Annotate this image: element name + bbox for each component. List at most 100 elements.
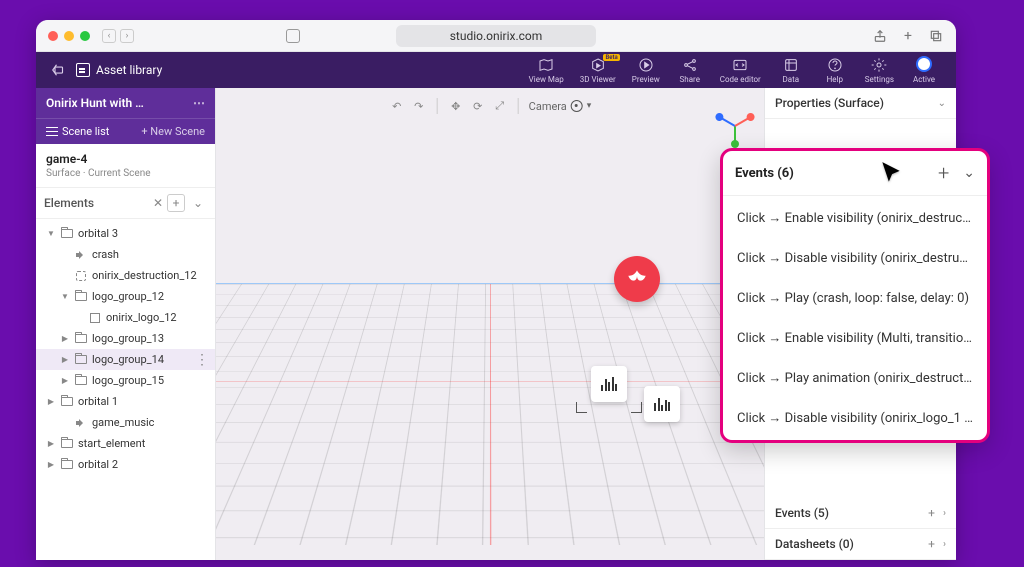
new-tab-icon[interactable]: +: [900, 28, 916, 44]
expand-arrow-icon[interactable]: ▶: [60, 334, 70, 343]
properties-panel-header[interactable]: Properties (Surface) ⌄: [765, 88, 956, 119]
maximize-window-icon[interactable]: [80, 31, 90, 41]
tree-item[interactable]: ▶orbital 1: [36, 391, 215, 412]
close-window-icon[interactable]: [48, 31, 58, 41]
expand-arrow-icon[interactable]: ▶: [60, 376, 70, 385]
add-element-icon[interactable]: +: [167, 194, 185, 212]
expand-arrow-icon[interactable]: ▼: [46, 229, 56, 238]
events-list: Click → Enable visibility (onirix_destru…: [723, 196, 987, 440]
expand-arrow-icon[interactable]: ▼: [60, 292, 70, 301]
new-scene-button[interactable]: + New Scene: [131, 119, 215, 144]
toolbar-view-map-button[interactable]: View Map: [521, 52, 572, 88]
redo-icon[interactable]: ↷: [411, 98, 427, 114]
event-item[interactable]: Click → Enable visibility (Multi, transi…: [723, 318, 987, 358]
event-item[interactable]: Click → Disable visibility (onirix_destr…: [723, 238, 987, 278]
toolbar-code-editor-button[interactable]: Code editor: [712, 52, 769, 88]
tree-item[interactable]: ▶ logo_group_15: [36, 370, 215, 391]
toolbar-label: Share: [680, 75, 700, 84]
data-icon: [783, 57, 799, 73]
scene-list-button[interactable]: Scene list: [36, 119, 131, 144]
tree-item[interactable]: onirix_destruction_12: [36, 265, 215, 286]
scale-tool-icon[interactable]: ⤢: [492, 98, 508, 114]
tree-item[interactable]: ▼ logo_group_12: [36, 286, 215, 307]
tree-item-label: logo_group_12: [92, 290, 164, 303]
browser-back-icon[interactable]: ‹: [102, 29, 116, 43]
expand-arrow-icon[interactable]: ▶: [46, 439, 56, 448]
tree-item[interactable]: ▶ logo_group_14 ⋮: [36, 349, 215, 370]
plus-icon[interactable]: +: [928, 506, 935, 520]
browser-titlebar: ‹ › studio.onirix.com +: [36, 20, 956, 52]
tree-item[interactable]: ▶ start_element: [36, 433, 215, 454]
move-tool-icon[interactable]: ✥: [448, 98, 464, 114]
tree-item-label: onirix_logo_12: [106, 311, 177, 324]
minimize-window-icon[interactable]: [64, 31, 74, 41]
chevron-down-icon: ⌄: [938, 98, 946, 109]
toolbar-settings-button[interactable]: Settings: [857, 52, 902, 88]
tree-item[interactable]: onirix_logo_12: [36, 307, 215, 328]
expand-arrow-icon[interactable]: ▶: [60, 355, 70, 364]
chevron-down-icon[interactable]: ⌄: [189, 194, 207, 212]
event-item[interactable]: Click → Disable visibility (onirix_logo_…: [723, 398, 987, 438]
shield-icon: [286, 29, 300, 43]
project-title-row[interactable]: Onirix Hunt with … ⋯: [36, 88, 215, 118]
help-icon: [827, 57, 843, 73]
axis-gizmo[interactable]: [714, 106, 754, 146]
asset-library-button[interactable]: Asset library: [76, 63, 162, 77]
tree-item-label: logo_group_15: [92, 374, 164, 387]
toolbar-label: Code editor: [720, 75, 761, 84]
add-event-icon[interactable]: +: [938, 161, 949, 185]
expand-arrow-icon[interactable]: ▶: [46, 460, 56, 469]
chevron-right-icon: ›: [943, 508, 946, 519]
tree-item[interactable]: crash: [36, 244, 215, 265]
undo-icon[interactable]: ↶: [389, 98, 405, 114]
expand-arrow-icon[interactable]: ▶: [46, 397, 56, 406]
event-item[interactable]: Click → Play (crash, loop: false, delay:…: [723, 278, 987, 318]
back-to-folder-icon[interactable]: [46, 58, 70, 82]
tree-item-label: start_element: [78, 437, 145, 450]
tree-item[interactable]: ▶ orbital 2: [36, 454, 215, 475]
whale-marker[interactable]: [614, 256, 660, 302]
item-menu-icon[interactable]: ⋮: [195, 356, 209, 364]
toolbar-3d-viewer-button[interactable]: Beta3D Viewer: [572, 52, 624, 88]
folder-icon: [60, 228, 74, 240]
current-scene[interactable]: game-4 Surface · Current Scene: [36, 144, 215, 188]
camera-dropdown[interactable]: Camera ▾: [529, 100, 592, 113]
url-bar[interactable]: studio.onirix.com: [396, 25, 596, 47]
tree-item[interactable]: game_music: [36, 412, 215, 433]
audio-card[interactable]: [644, 386, 680, 422]
toolbar-data-button[interactable]: Data: [769, 52, 813, 88]
current-scene-name: game-4: [46, 152, 205, 166]
project-menu-icon[interactable]: ⋯: [193, 96, 205, 110]
events-panel-title: Events (6): [735, 166, 794, 181]
events5-label: Events (5): [775, 506, 928, 520]
tree-item[interactable]: ▶ logo_group_13: [36, 328, 215, 349]
tree-item-label: logo_group_13: [92, 332, 164, 345]
chevron-down-icon[interactable]: ⌄: [963, 165, 975, 181]
tree-item-label: orbital 2: [78, 458, 118, 471]
sound-icon: [74, 417, 88, 429]
tree-item-label: logo_group_14: [92, 353, 164, 366]
toolbar-active-button[interactable]: Active: [902, 52, 946, 88]
plus-icon[interactable]: +: [928, 537, 935, 551]
canvas-viewport[interactable]: ↶ ↷ ✥ ⟳ ⤢ Camera ▾: [216, 88, 764, 560]
tabs-overview-icon[interactable]: [928, 28, 944, 44]
toolbar-help-button[interactable]: Help: [813, 52, 857, 88]
share-browser-icon[interactable]: [872, 28, 888, 44]
event-item[interactable]: Click → Enable visibility (onirix_destru…: [723, 198, 987, 238]
tree-item[interactable]: ▼orbital 3: [36, 223, 215, 244]
rotate-tool-icon[interactable]: ⟳: [470, 98, 486, 114]
chevron-down-icon: ▾: [587, 101, 592, 111]
window-controls: [48, 31, 90, 41]
browser-forward-icon[interactable]: ›: [120, 29, 134, 43]
close-elements-icon[interactable]: ✕: [149, 194, 167, 212]
current-scene-sub: Surface · Current Scene: [46, 168, 205, 179]
properties-label: Properties (Surface): [775, 96, 938, 110]
separator: [437, 98, 438, 114]
toolbar-share-button[interactable]: Share: [668, 52, 712, 88]
share-icon: [682, 57, 698, 73]
datasheets-panel-header[interactable]: Datasheets (0) + ›: [765, 529, 956, 560]
toolbar-preview-button[interactable]: Preview: [624, 52, 668, 88]
events5-panel-header[interactable]: Events (5) + ›: [765, 498, 956, 529]
audio-card[interactable]: [591, 366, 627, 402]
event-item[interactable]: Click → Play animation (onirix_destruct…: [723, 358, 987, 398]
